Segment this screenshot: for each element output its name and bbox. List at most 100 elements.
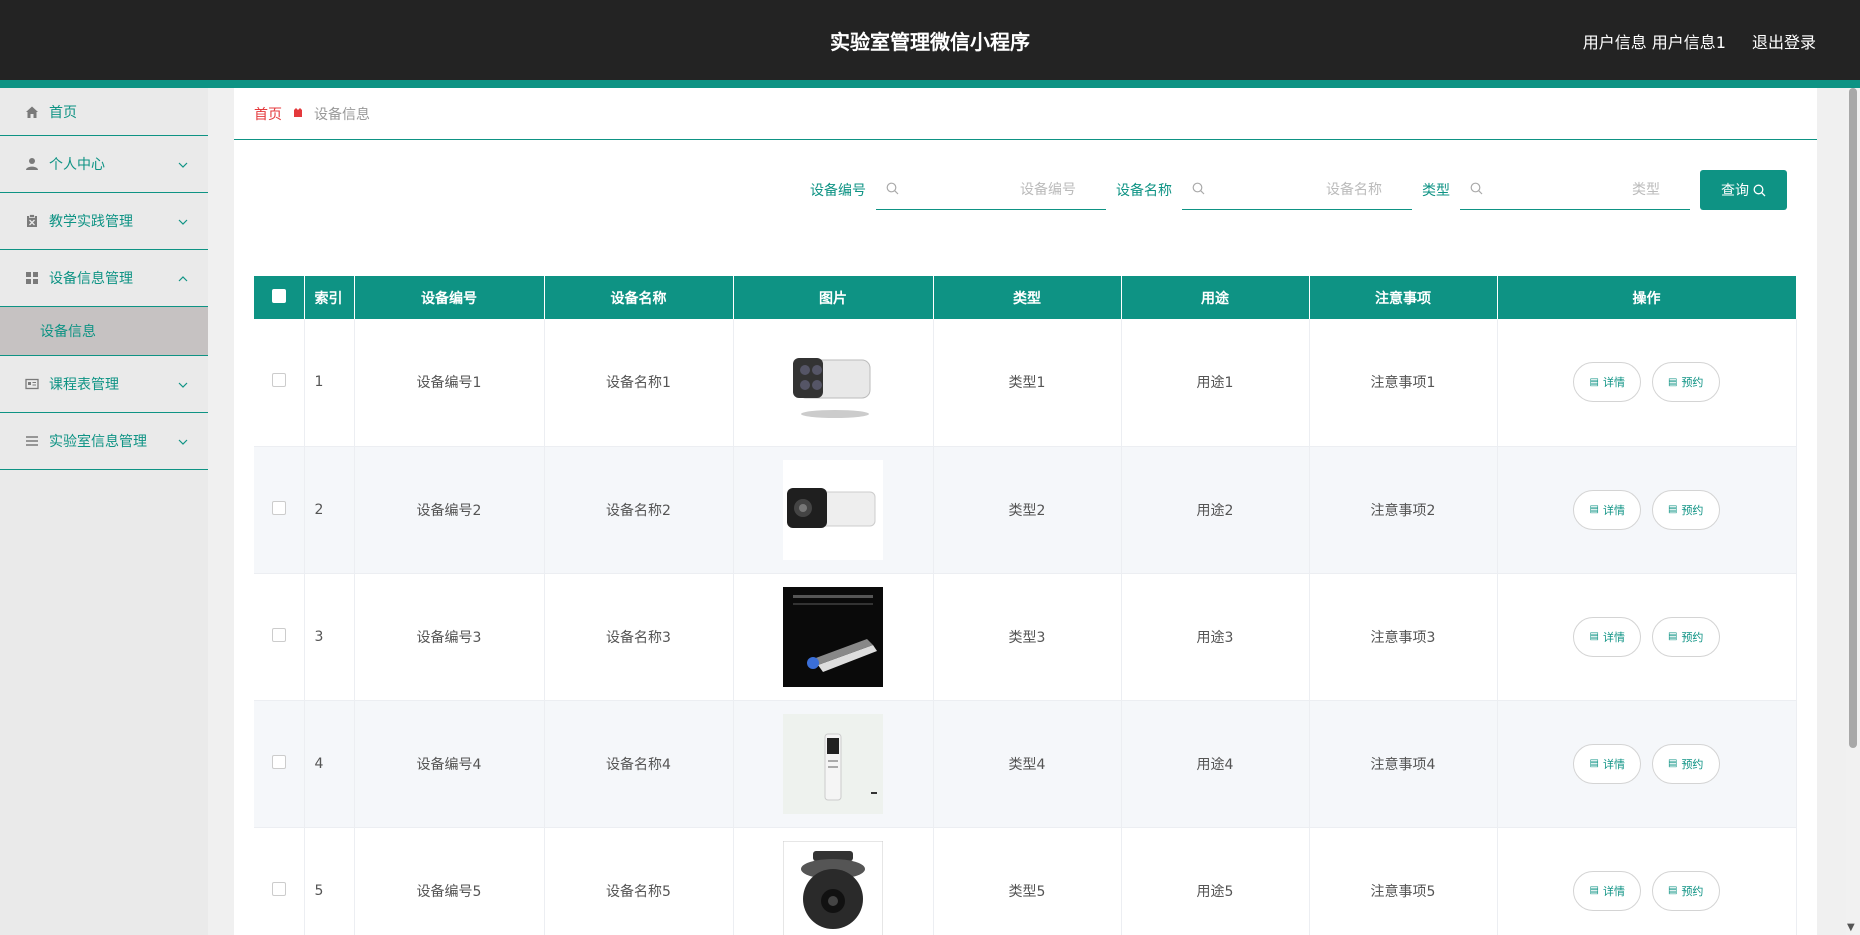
voice-recorder-image bbox=[783, 713, 883, 814]
chevron-down-icon bbox=[178, 214, 188, 228]
logout-button[interactable]: 退出登录 bbox=[1752, 29, 1816, 53]
reserve-button[interactable]: ▤ 预约 bbox=[1651, 362, 1720, 403]
document-icon: ▤ bbox=[1589, 758, 1599, 769]
reserve-label: 预约 bbox=[1681, 884, 1704, 898]
chevron-down-icon bbox=[178, 434, 188, 448]
document-icon: ▤ bbox=[1667, 885, 1678, 896]
column-header: 索引 bbox=[304, 276, 355, 319]
header-accent-bar bbox=[0, 80, 1860, 88]
table-header-row: 索引 设备编号 设备名称 图片 类型 用途 注意事项 操作 bbox=[254, 276, 1797, 319]
row-use: 用途1 bbox=[1121, 319, 1310, 447]
detail-button[interactable]: ▤ 详情 bbox=[1573, 870, 1642, 911]
search-type-input[interactable] bbox=[1460, 170, 1690, 209]
sidebar-item-label: 教学实践管理 bbox=[49, 214, 133, 230]
detail-label: 详情 bbox=[1602, 376, 1625, 390]
chevron-down-icon bbox=[178, 377, 188, 391]
detail-button[interactable]: ▤ 详情 bbox=[1573, 743, 1642, 784]
row-name: 设备名称1 bbox=[544, 319, 734, 447]
search-type-field bbox=[1460, 170, 1690, 210]
row-image-cell bbox=[733, 827, 934, 935]
sidebar-item-teaching-practice[interactable]: 教学实践管理 bbox=[0, 193, 208, 250]
detail-label: 详情 bbox=[1602, 884, 1625, 898]
sidebar-item-lab-info-management[interactable]: 实验室信息管理 bbox=[0, 413, 208, 470]
breadcrumb-home[interactable]: 首页 bbox=[254, 104, 282, 124]
row-note: 注意事项5 bbox=[1309, 827, 1498, 935]
sidebar-subitem-equipment-info[interactable]: 设备信息 bbox=[0, 307, 208, 356]
search-code-label: 设备编号 bbox=[810, 183, 866, 199]
search-icon bbox=[886, 182, 899, 199]
column-header: 操作 bbox=[1497, 276, 1797, 319]
grid-icon bbox=[25, 271, 39, 285]
column-header: 注意事项 bbox=[1309, 276, 1498, 319]
row-actions: ▤ 详情 ▤ 预约 bbox=[1497, 827, 1797, 935]
reserve-button[interactable]: ▤ 预约 bbox=[1651, 870, 1720, 911]
detail-button[interactable]: ▤ 详情 bbox=[1573, 489, 1642, 530]
equipment-table: 索引 设备编号 设备名称 图片 类型 用途 注意事项 操作 1 设备编号1 设备… bbox=[254, 276, 1797, 935]
search-code-input[interactable] bbox=[876, 170, 1106, 209]
list-icon bbox=[25, 434, 39, 448]
scroll-down-arrow-icon[interactable]: ▼ bbox=[1847, 922, 1855, 933]
dome-camera-image bbox=[783, 840, 883, 935]
row-checkbox[interactable] bbox=[271, 627, 286, 642]
detail-button[interactable]: ▤ 详情 bbox=[1573, 362, 1642, 403]
column-header: 设备编号 bbox=[354, 276, 545, 319]
bullet-camera-image bbox=[783, 332, 883, 433]
scrollbar-thumb[interactable] bbox=[1849, 88, 1857, 748]
sidebar-item-label: 实验室信息管理 bbox=[49, 434, 147, 450]
row-index: 4 bbox=[304, 700, 355, 828]
reserve-button[interactable]: ▤ 预约 bbox=[1651, 616, 1720, 657]
reserve-label: 预约 bbox=[1681, 630, 1704, 644]
sidebar-item-home[interactable]: 首页 bbox=[0, 88, 208, 136]
select-all-checkbox[interactable] bbox=[271, 288, 286, 303]
column-header: 类型 bbox=[933, 276, 1122, 319]
row-note: 注意事项3 bbox=[1309, 573, 1498, 701]
search-icon bbox=[1470, 182, 1483, 199]
table-row: 4 设备编号4 设备名称4 类型4 用途4 注意事项4 ▤ 详情 ▤ 预约 bbox=[254, 700, 1797, 828]
row-use: 用途3 bbox=[1121, 573, 1310, 701]
document-icon: ▤ bbox=[1667, 504, 1678, 515]
search-icon bbox=[1753, 184, 1766, 197]
row-image-cell bbox=[733, 446, 934, 574]
search-bar: 设备编号 设备名称 类型 查询 bbox=[810, 170, 1787, 210]
sidebar-item-equipment-management[interactable]: 设备信息管理 bbox=[0, 250, 208, 307]
row-actions: ▤ 详情 ▤ 预约 bbox=[1497, 446, 1797, 574]
sidebar: 首页 个人中心 教学实践管理 设备信息管理 设备信息 课程表管理 实验室信息管理 bbox=[0, 88, 208, 935]
breadcrumb-current: 设备信息 bbox=[314, 106, 370, 123]
select-all-cell bbox=[254, 276, 305, 319]
row-image-cell bbox=[733, 573, 934, 701]
row-checkbox[interactable] bbox=[271, 881, 286, 896]
reserve-button[interactable]: ▤ 预约 bbox=[1651, 743, 1720, 784]
recorder-device-image bbox=[783, 586, 883, 687]
sidebar-item-schedule-management[interactable]: 课程表管理 bbox=[0, 356, 208, 413]
main-content: 首页 设备信息 设备编号 设备名称 类型 查询 bbox=[234, 88, 1817, 935]
breadcrumb: 首页 设备信息 bbox=[234, 88, 1817, 140]
row-checkbox[interactable] bbox=[271, 373, 286, 388]
search-name-field bbox=[1182, 170, 1412, 210]
row-name: 设备名称2 bbox=[544, 446, 734, 574]
row-code: 设备编号5 bbox=[354, 827, 545, 935]
row-code: 设备编号1 bbox=[354, 319, 545, 447]
row-code: 设备编号2 bbox=[354, 446, 545, 574]
row-checkbox[interactable] bbox=[271, 754, 286, 769]
row-image-cell bbox=[733, 319, 934, 447]
row-checkbox[interactable] bbox=[271, 500, 286, 515]
document-icon: ▤ bbox=[1667, 631, 1678, 642]
sidebar-item-label: 个人中心 bbox=[49, 157, 105, 173]
document-icon: ▤ bbox=[1667, 376, 1678, 388]
detail-button[interactable]: ▤ 详情 bbox=[1573, 616, 1642, 657]
user-icon bbox=[25, 157, 39, 171]
detail-label: 详情 bbox=[1602, 757, 1625, 771]
app-title: 实验室管理微信小程序 bbox=[830, 30, 1030, 54]
user-info[interactable]: 用户信息 用户信息1 bbox=[1583, 29, 1726, 53]
table-row: 2 设备编号2 设备名称2 类型2 用途2 注意事项2 ▤ 详情 ▤ 预约 bbox=[254, 446, 1797, 574]
reserve-button[interactable]: ▤ 预约 bbox=[1651, 489, 1720, 530]
sidebar-item-personal-center[interactable]: 个人中心 bbox=[0, 136, 208, 193]
row-name: 设备名称5 bbox=[544, 827, 734, 935]
vertical-scrollbar[interactable]: ▼ bbox=[1846, 88, 1860, 935]
top-header: 实验室管理微信小程序 用户信息 用户信息1 退出登录 bbox=[0, 0, 1860, 80]
query-button[interactable]: 查询 bbox=[1700, 170, 1787, 210]
search-name-input[interactable] bbox=[1182, 170, 1412, 209]
row-name: 设备名称3 bbox=[544, 573, 734, 701]
clipboard-icon bbox=[25, 214, 39, 228]
search-name-label: 设备名称 bbox=[1116, 183, 1172, 199]
